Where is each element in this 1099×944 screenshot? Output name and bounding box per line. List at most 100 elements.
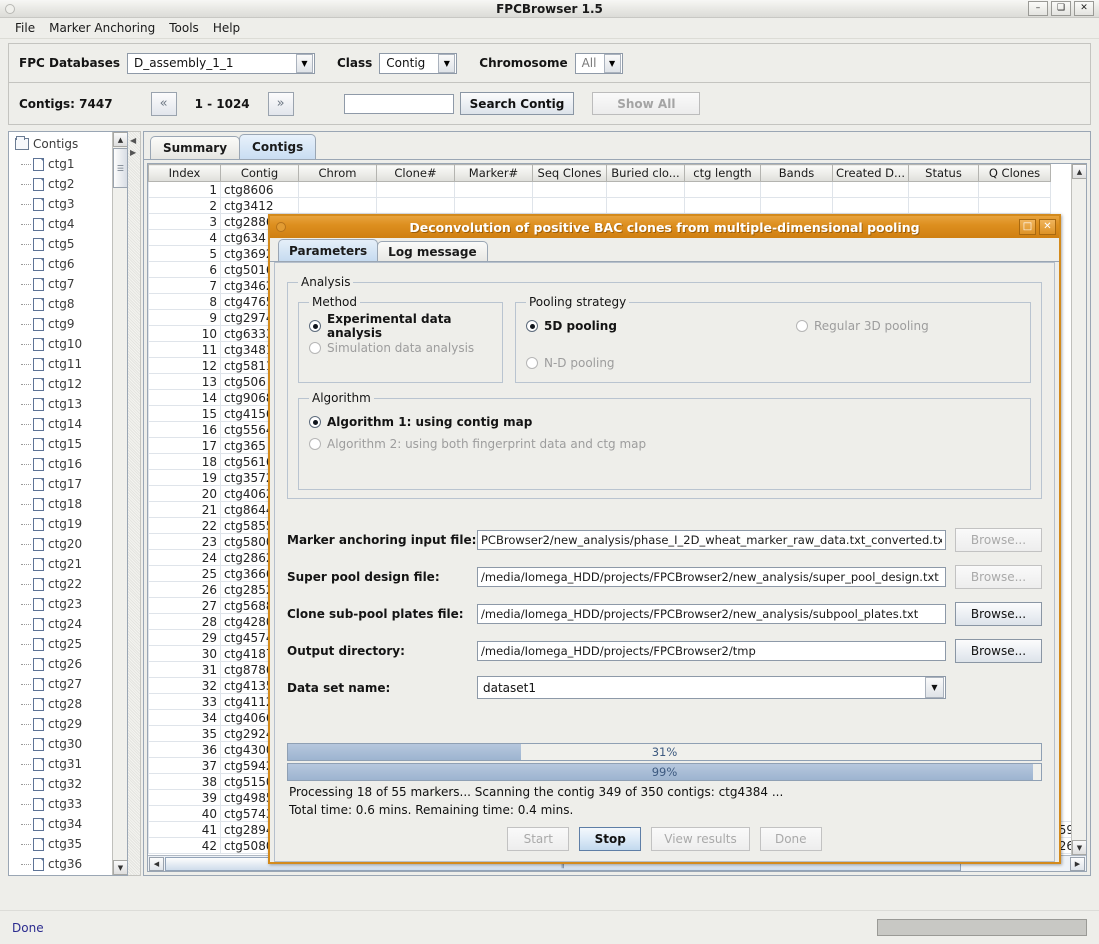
tree-item-ctg28[interactable]: ctg28 — [11, 694, 127, 714]
tree-item-ctg5[interactable]: ctg5 — [11, 234, 127, 254]
close-icon[interactable]: ✕ — [1074, 1, 1094, 16]
tab-log-message[interactable]: Log message — [377, 241, 488, 261]
chevron-down-icon[interactable]: ▼ — [295, 53, 313, 73]
tree-item-ctg3[interactable]: ctg3 — [11, 194, 127, 214]
scroll-down-icon[interactable]: ▼ — [1072, 840, 1086, 855]
tab-parameters[interactable]: Parameters — [278, 239, 379, 261]
grid-vertical-scrollbar[interactable]: ▲ ▼ — [1071, 164, 1086, 855]
scroll-up-icon[interactable]: ▲ — [113, 132, 127, 147]
chevron-down-icon[interactable]: ▼ — [925, 677, 944, 698]
search-contig-button[interactable]: Search Contig — [459, 92, 575, 115]
scroll-left-icon[interactable]: ◀ — [149, 856, 164, 871]
tree-item-ctg26[interactable]: ctg26 — [11, 654, 127, 674]
tree-item-ctg18[interactable]: ctg18 — [11, 494, 127, 514]
tree-item-ctg15[interactable]: ctg15 — [11, 434, 127, 454]
column-header-1[interactable]: Contig — [220, 164, 299, 182]
menu-file[interactable]: File — [8, 19, 42, 37]
scroll-down-icon[interactable]: ▼ — [113, 860, 127, 875]
clone-subpool-plates-field[interactable] — [477, 603, 946, 624]
marker-anchoring-input-field[interactable] — [477, 529, 946, 550]
radio-icon[interactable] — [309, 438, 321, 450]
column-header-0[interactable]: Index — [148, 164, 221, 182]
menu-marker-anchoring[interactable]: Marker Anchoring — [42, 19, 162, 37]
column-header-3[interactable]: Clone# — [376, 164, 455, 182]
menu-help[interactable]: Help — [206, 19, 247, 37]
tree-item-ctg20[interactable]: ctg20 — [11, 534, 127, 554]
radio-simulation-data-analysis[interactable]: Simulation data analysis — [309, 337, 492, 359]
tree-item-ctg27[interactable]: ctg27 — [11, 674, 127, 694]
radio-icon[interactable] — [796, 320, 808, 332]
column-header-9[interactable]: Created D... — [832, 164, 909, 182]
browse-subpool-plates-button[interactable]: Browse... — [955, 601, 1042, 626]
tree-item-ctg34[interactable]: ctg34 — [11, 814, 127, 834]
radio-icon[interactable] — [526, 357, 538, 369]
tree-item-ctg11[interactable]: ctg11 — [11, 354, 127, 374]
radio-regular-3d-pooling[interactable]: Regular 3D pooling — [796, 315, 1020, 337]
browse-output-directory-button[interactable]: Browse... — [955, 638, 1042, 663]
fpc-database-select[interactable]: D_assembly_1_1 ▼ — [126, 52, 315, 74]
tree-item-ctg17[interactable]: ctg17 — [11, 474, 127, 494]
tree-item-ctg21[interactable]: ctg21 — [11, 554, 127, 574]
column-header-11[interactable]: Q Clones — [978, 164, 1051, 182]
tree-item-ctg7[interactable]: ctg7 — [11, 274, 127, 294]
radio-algorithm-1[interactable]: Algorithm 1: using contig map — [309, 411, 1020, 433]
radio-icon[interactable] — [309, 320, 321, 332]
super-pool-design-field[interactable] — [477, 566, 946, 587]
table-row[interactable]: 1 ctg8606 — [148, 181, 1078, 198]
collapse-left-icon[interactable]: ◀ — [130, 136, 136, 145]
done-button[interactable]: Done — [759, 827, 822, 851]
tree-item-ctg22[interactable]: ctg22 — [11, 574, 127, 594]
tree-scroll-thumb[interactable]: ☰ — [113, 148, 127, 188]
browse-super-pool-button[interactable]: Browse... — [955, 564, 1042, 589]
prev-page-button[interactable]: « — [150, 91, 177, 116]
tree-item-ctg30[interactable]: ctg30 — [11, 734, 127, 754]
chevron-down-icon[interactable]: ▼ — [603, 53, 621, 73]
tree-item-ctg16[interactable]: ctg16 — [11, 454, 127, 474]
column-header-6[interactable]: Buried clo... — [606, 164, 685, 182]
chevron-down-icon[interactable]: ▼ — [438, 53, 456, 73]
radio-nd-pooling[interactable]: N-D pooling — [526, 352, 796, 374]
tab-summary[interactable]: Summary — [150, 136, 241, 159]
column-header-2[interactable]: Chrom — [298, 164, 377, 182]
column-header-4[interactable]: Marker# — [454, 164, 533, 182]
tree-item-ctg1[interactable]: ctg1 — [11, 154, 127, 174]
column-header-5[interactable]: Seq Clones — [532, 164, 607, 182]
tree-item-ctg9[interactable]: ctg9 — [11, 314, 127, 334]
stop-button[interactable]: Stop — [579, 827, 642, 851]
dataset-name-select[interactable]: dataset1 ▼ — [477, 676, 946, 699]
search-input[interactable] — [343, 93, 454, 114]
column-header-7[interactable]: ctg length — [684, 164, 761, 182]
radio-icon[interactable] — [309, 342, 321, 354]
scroll-right-icon[interactable]: ▶ — [1070, 856, 1085, 871]
tree-item-ctg19[interactable]: ctg19 — [11, 514, 127, 534]
column-header-8[interactable]: Bands — [760, 164, 833, 182]
tree-item-ctg2[interactable]: ctg2 — [11, 174, 127, 194]
tree-item-ctg36[interactable]: ctg36 — [11, 854, 127, 874]
start-button[interactable]: Start — [507, 827, 570, 851]
tree-item-ctg12[interactable]: ctg12 — [11, 374, 127, 394]
tree-root-contigs[interactable]: Contigs — [11, 134, 127, 154]
tree-item-ctg10[interactable]: ctg10 — [11, 334, 127, 354]
tree-item-ctg8[interactable]: ctg8 — [11, 294, 127, 314]
tree-item-ctg33[interactable]: ctg33 — [11, 794, 127, 814]
tree-item-ctg35[interactable]: ctg35 — [11, 834, 127, 854]
tree-item-ctg32[interactable]: ctg32 — [11, 774, 127, 794]
show-all-button[interactable]: Show All — [592, 92, 701, 115]
radio-icon[interactable] — [309, 416, 321, 428]
tree-item-ctg6[interactable]: ctg6 — [11, 254, 127, 274]
tree-item-ctg24[interactable]: ctg24 — [11, 614, 127, 634]
next-page-button[interactable]: » — [267, 91, 294, 116]
split-pane-divider[interactable]: ◀ ▶ — [128, 131, 141, 876]
tree-item-ctg4[interactable]: ctg4 — [11, 214, 127, 234]
column-header-10[interactable]: Status — [908, 164, 979, 182]
table-row[interactable]: 2 ctg3412 — [148, 197, 1078, 214]
dialog-close-icon[interactable]: ✕ — [1039, 219, 1056, 235]
dialog-maximize-icon[interactable]: □ — [1019, 219, 1036, 235]
chromosome-select[interactable]: All ▼ — [574, 52, 623, 74]
menu-tools[interactable]: Tools — [162, 19, 206, 37]
expand-right-icon[interactable]: ▶ — [130, 148, 136, 157]
view-results-button[interactable]: View results — [651, 827, 750, 851]
tree-item-ctg13[interactable]: ctg13 — [11, 394, 127, 414]
minimize-icon[interactable]: – — [1028, 1, 1048, 16]
scroll-up-icon[interactable]: ▲ — [1072, 164, 1086, 179]
